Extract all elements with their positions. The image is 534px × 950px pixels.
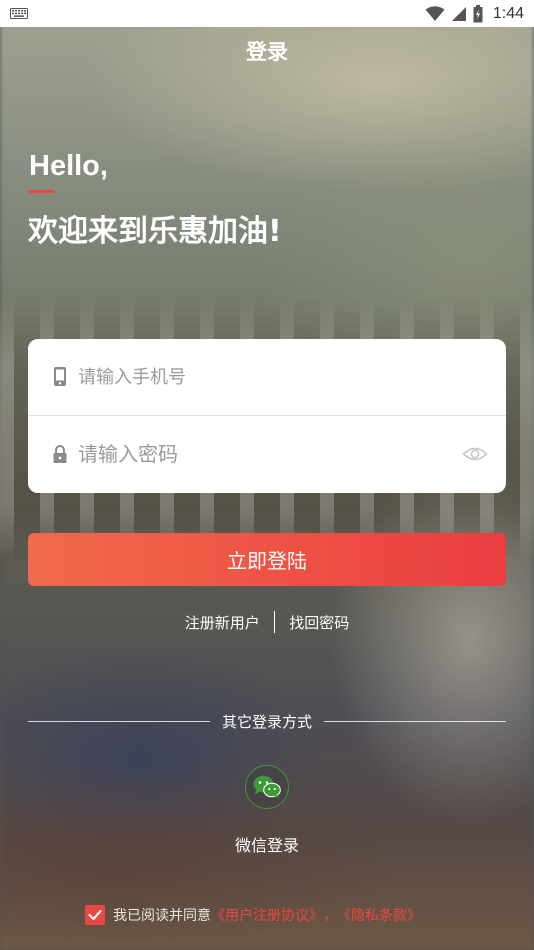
check-icon xyxy=(88,909,102,921)
eye-icon[interactable] xyxy=(462,443,488,465)
welcome-text: 欢迎来到乐惠加油! xyxy=(28,214,282,249)
lock-icon xyxy=(53,445,67,463)
keyboard-icon xyxy=(10,8,28,19)
divider-line-right xyxy=(324,720,507,722)
phone-row xyxy=(28,339,506,416)
wechat-login-button[interactable] xyxy=(245,765,289,809)
hello-text: Hello, xyxy=(29,150,108,182)
divider-line-left xyxy=(28,720,210,722)
password-row xyxy=(28,416,506,493)
agreement-separator: ， xyxy=(323,908,337,924)
privacy-policy-link[interactable]: 《隐私条款》 xyxy=(337,905,421,925)
hello-underline xyxy=(28,190,55,193)
other-login-divider: 其它登录方式 xyxy=(28,710,507,732)
phone-input[interactable] xyxy=(78,357,448,397)
links-divider xyxy=(273,611,276,633)
signal-icon xyxy=(451,6,466,21)
agreement-checkbox[interactable] xyxy=(85,905,105,925)
agreement-prefix: 我已阅读并同意 xyxy=(113,908,211,924)
password-input[interactable] xyxy=(78,434,448,474)
wechat-icon xyxy=(253,775,281,799)
register-link[interactable]: 注册新用户 xyxy=(185,612,260,633)
status-icons: 1:44 xyxy=(425,0,524,27)
page-title: 登录 xyxy=(246,40,288,64)
status-bar: 1:44 xyxy=(0,0,534,27)
login-form-card xyxy=(28,339,506,493)
user-agreement-link[interactable]: 《用户注册协议》 xyxy=(211,905,323,925)
phone-icon xyxy=(54,367,66,386)
account-links: 注册新用户 找回密码 xyxy=(0,610,534,634)
recover-password-link[interactable]: 找回密码 xyxy=(289,612,349,633)
wechat-login-label: 微信登录 xyxy=(234,836,299,855)
login-button[interactable]: 立即登陆 xyxy=(28,533,506,586)
status-time: 1:44 xyxy=(492,4,524,22)
battery-icon xyxy=(473,4,483,22)
other-login-heading: 其它登录方式 xyxy=(222,712,313,731)
agreement-row: 我已阅读并同意 《用户注册协议》 ， 《隐私条款》 xyxy=(85,904,421,926)
wifi-icon xyxy=(425,5,445,21)
